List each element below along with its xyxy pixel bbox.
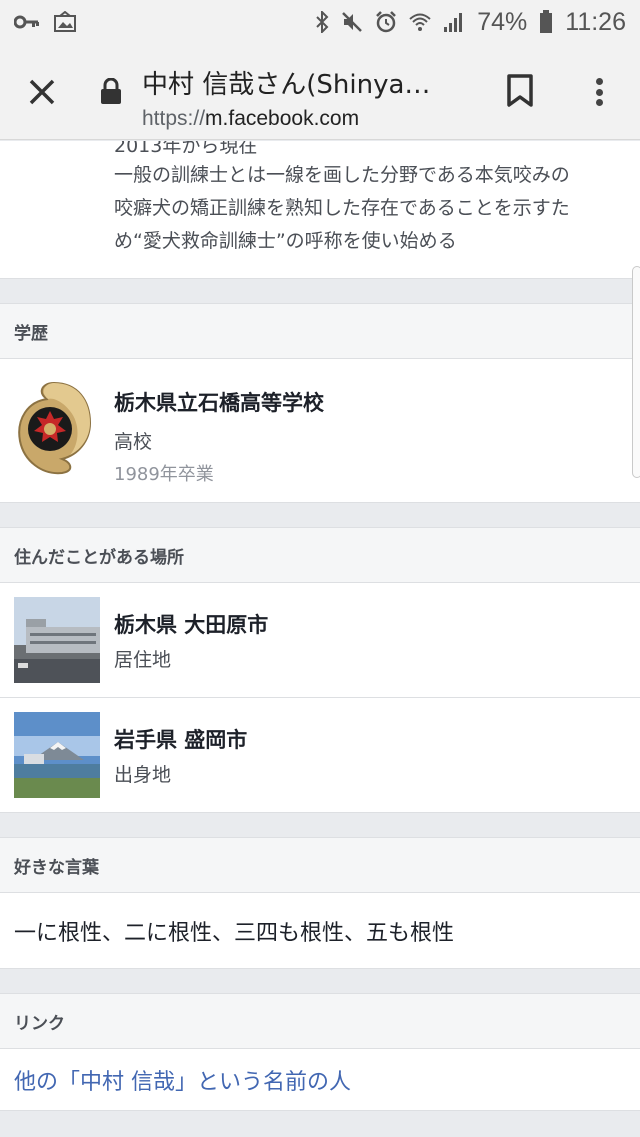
key-icon xyxy=(14,15,40,29)
url-host: m.facebook.com xyxy=(205,107,360,130)
bookmark-icon xyxy=(507,74,533,107)
more-menu-button[interactable] xyxy=(588,72,610,112)
battery-percent: 74% xyxy=(477,7,528,36)
more-dot-icon xyxy=(595,99,603,106)
education-item[interactable]: 栃木県立石橋高等学校 高校 1989年卒業 xyxy=(0,359,640,503)
signal-icon xyxy=(443,11,465,33)
page-title: 中村 信哉さん(Shinya… xyxy=(142,70,431,100)
other-people-link[interactable]: 他の「中村 信哉」という名前の人 xyxy=(0,1049,640,1111)
clock: 11:26 xyxy=(565,7,626,36)
lock-icon xyxy=(100,77,122,108)
page-url: https://m.facebook.com xyxy=(142,107,462,131)
bookmark-button[interactable] xyxy=(506,74,534,112)
school-name: 栃木県立石橋高等学校 xyxy=(114,391,324,415)
work-entry: 2013年から現在 一般の訓練士とは一線を画した分野である本気咬みの 咬癖犬の矯… xyxy=(0,141,640,279)
close-icon xyxy=(29,79,55,105)
graduation-year: 1989年卒業 xyxy=(114,464,214,485)
battery-icon xyxy=(539,10,553,34)
city-photo xyxy=(14,597,100,683)
mute-icon xyxy=(341,11,363,33)
place-item[interactable]: 岩手県 盛岡市 出身地 xyxy=(0,698,640,813)
place-name: 岩手県 盛岡市 xyxy=(114,727,248,752)
places-header: 住んだことがある場所 xyxy=(0,527,640,583)
bluetooth-icon xyxy=(315,11,329,33)
work-description-line: め“愛犬救命訓練士”の呼称を使い始める xyxy=(114,230,457,252)
work-description-line: 咬癖犬の矯正訓練を熟知した存在であることを示すた xyxy=(114,197,570,219)
work-description-line: 一般の訓練士とは一線を画した分野である本気咬みの xyxy=(114,164,570,186)
scrollbar[interactable] xyxy=(632,266,640,478)
place-item[interactable]: 栃木県 大田原市 居住地 xyxy=(0,583,640,698)
wifi-icon xyxy=(409,11,431,33)
more-dot-icon xyxy=(595,78,603,85)
links-header: リンク xyxy=(0,993,640,1049)
place-name: 栃木県 大田原市 xyxy=(114,612,269,637)
status-bar: 74% 11:26 xyxy=(0,0,640,44)
favorite-quotes-header: 好きな言葉 xyxy=(0,837,640,893)
place-type: 居住地 xyxy=(114,648,172,671)
school-logo-icon xyxy=(18,381,92,475)
favorite-quote: 一に根性、二に根性、三四も根性、五も根性 xyxy=(0,893,640,969)
place-type: 出身地 xyxy=(114,763,172,786)
url-scheme: https:// xyxy=(142,107,206,130)
url-bar[interactable]: 中村 信哉さん(Shinya… https://m.facebook.com xyxy=(142,64,462,131)
image-notification-icon xyxy=(54,11,76,33)
city-photo xyxy=(14,712,100,798)
more-dot-icon xyxy=(595,88,603,96)
work-years: 2013年から現在 xyxy=(114,141,258,157)
school-type: 高校 xyxy=(114,431,153,453)
close-button[interactable] xyxy=(22,72,62,112)
profile-about-content: 2013年から現在 一般の訓練士とは一線を画した分野である本気咬みの 咬癖犬の矯… xyxy=(0,141,640,1111)
browser-toolbar: 中村 信哉さん(Shinya… https://m.facebook.com xyxy=(0,44,640,140)
education-header: 学歴 xyxy=(0,303,640,359)
alarm-icon xyxy=(375,11,397,33)
